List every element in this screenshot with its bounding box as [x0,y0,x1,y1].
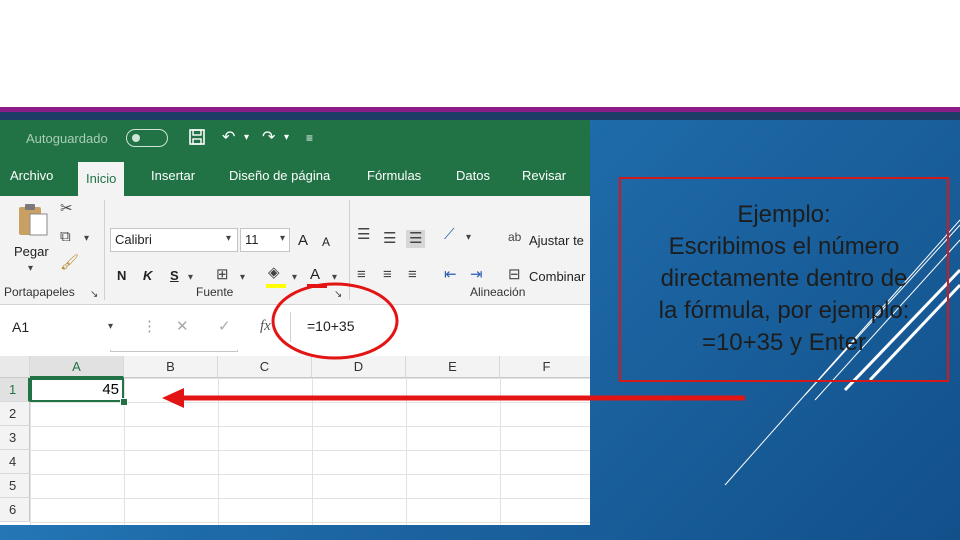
callout-line: Ejemplo: [737,201,831,228]
formula-highlight-circle [271,282,399,360]
pointer-arrow-head [162,388,184,408]
callout-line: directamente dentro de [660,265,908,292]
explanation-callout: Ejemplo: Escribimos el número directamen… [619,177,949,382]
callout-line: Escribimos el número [668,233,900,260]
callout-line: =10+35 y Enter [701,329,867,356]
callout-line: la fórmula, por ejemplo: [658,297,910,324]
